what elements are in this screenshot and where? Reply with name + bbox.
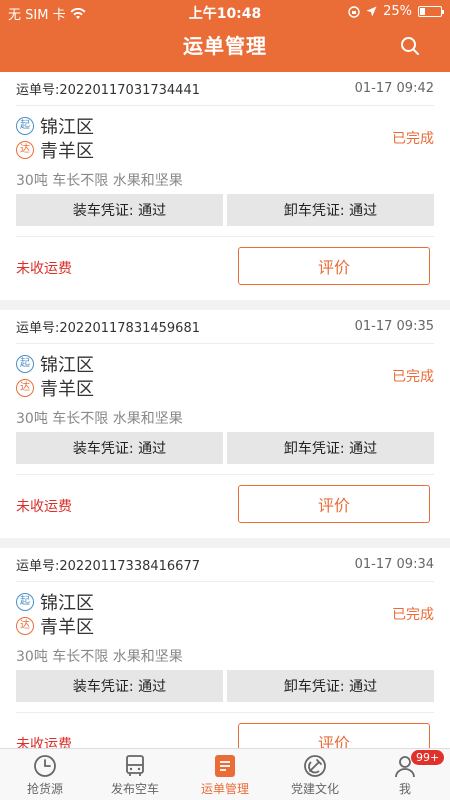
tab-label: 发布空车 xyxy=(110,782,159,796)
load-proof[interactable]: 装车凭证: 通过 xyxy=(16,670,223,702)
cargo-info: 30吨 车长不限 水果和坚果 xyxy=(16,173,183,189)
notification-badge: 99+ xyxy=(410,749,446,766)
destination-icon: 达 xyxy=(16,141,34,159)
origin-district: 锦江区 xyxy=(40,355,94,376)
tab-waybill-management[interactable]: 运单管理 xyxy=(180,749,270,800)
rate-button[interactable]: 评价 xyxy=(238,723,430,748)
waybill-card[interactable]: 运单号:20220117031734441 01-17 09:42 起锦江区 达… xyxy=(0,72,450,300)
tab-label: 党建文化 xyxy=(290,782,339,796)
battery-percent: 25% xyxy=(383,4,412,19)
load-proof[interactable]: 装车凭证: 通过 xyxy=(16,432,223,464)
rotation-lock-icon xyxy=(348,5,360,18)
battery-icon xyxy=(418,6,444,17)
waybill-card[interactable]: 运单号:20220117338416677 01-17 09:34 起锦江区 达… xyxy=(0,548,450,748)
tab-party-culture[interactable]: 党建文化 xyxy=(270,749,360,800)
waybill-time: 01-17 09:34 xyxy=(354,557,434,572)
tab-post-empty-truck[interactable]: 发布空车 xyxy=(90,749,180,800)
tab-label: 运单管理 xyxy=(200,782,249,796)
origin-icon: 起 xyxy=(16,117,34,135)
header-bar: 无 SIM 卡 上午10:48 25% 运单管理 xyxy=(0,0,450,72)
payment-status: 未收运费 xyxy=(16,261,72,277)
destination-district: 青羊区 xyxy=(40,617,94,638)
waybill-list[interactable]: 运单号:20220117031734441 01-17 09:42 起锦江区 达… xyxy=(0,72,450,748)
unload-proof[interactable]: 卸车凭证: 通过 xyxy=(227,194,434,226)
bus-icon xyxy=(126,755,144,776)
unload-proof[interactable]: 卸车凭证: 通过 xyxy=(227,670,434,702)
page-title: 运单管理 xyxy=(183,34,267,58)
payment-status: 未收运费 xyxy=(16,737,72,748)
waybill-icon xyxy=(215,755,235,777)
cargo-info: 30吨 车长不限 水果和坚果 xyxy=(16,411,183,427)
party-emblem-icon xyxy=(304,755,326,777)
unload-proof[interactable]: 卸车凭证: 通过 xyxy=(227,432,434,464)
status-badge: 已完成 xyxy=(392,369,434,385)
origin-district: 锦江区 xyxy=(40,593,94,614)
destination-district: 青羊区 xyxy=(40,379,94,400)
origin-icon: 起 xyxy=(16,593,34,611)
cargo-info: 30吨 车长不限 水果和坚果 xyxy=(16,649,183,665)
bottom-tab-bar: 抢货源 发布空车 运单管理 党建文化 我 99+ xyxy=(0,748,450,800)
search-icon xyxy=(401,37,419,55)
load-proof[interactable]: 装车凭证: 通过 xyxy=(16,194,223,226)
payment-status: 未收运费 xyxy=(16,499,72,515)
tab-label: 我 xyxy=(398,782,411,796)
waybill-time: 01-17 09:42 xyxy=(354,81,434,96)
waybill-card[interactable]: 运单号:20220117831459681 01-17 09:35 起锦江区 达… xyxy=(0,310,450,538)
rate-button[interactable]: 评价 xyxy=(238,247,430,285)
tab-me[interactable]: 我 99+ xyxy=(360,749,450,800)
destination-icon: 达 xyxy=(16,617,34,635)
waybill-number: 运单号:20220117831459681 xyxy=(16,321,200,336)
waybill-time: 01-17 09:35 xyxy=(354,319,434,334)
tab-grab-cargo[interactable]: 抢货源 xyxy=(0,749,90,800)
destination-icon: 达 xyxy=(16,379,34,397)
clock-icon xyxy=(34,755,56,777)
tab-label: 抢货源 xyxy=(26,782,63,796)
location-icon xyxy=(366,6,377,17)
origin-icon: 起 xyxy=(16,355,34,373)
waybill-number: 运单号:20220117031734441 xyxy=(16,83,200,98)
status-bar: 无 SIM 卡 上午10:48 25% xyxy=(0,0,450,24)
origin-district: 锦江区 xyxy=(40,117,94,138)
search-button[interactable] xyxy=(398,34,422,58)
waybill-number: 运单号:20220117338416677 xyxy=(16,559,200,574)
rate-button[interactable]: 评价 xyxy=(238,485,430,523)
status-badge: 已完成 xyxy=(392,607,434,623)
status-badge: 已完成 xyxy=(392,131,434,147)
destination-district: 青羊区 xyxy=(40,141,94,162)
